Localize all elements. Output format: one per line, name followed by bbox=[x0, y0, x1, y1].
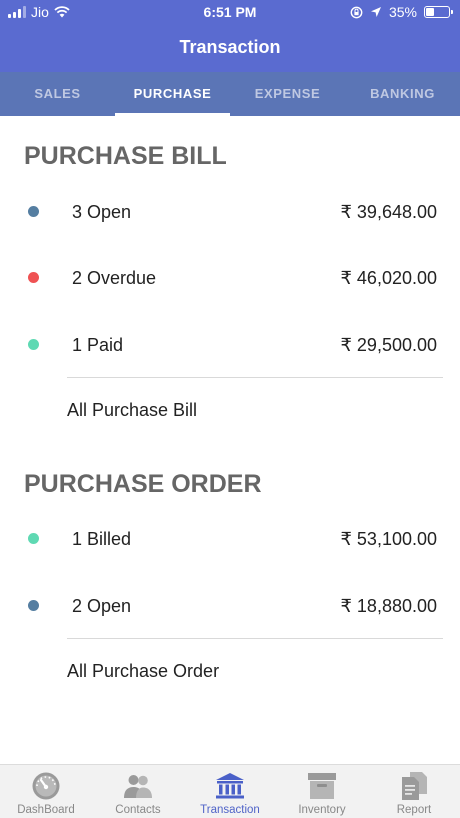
archive-box-icon bbox=[308, 773, 336, 799]
status-dot bbox=[28, 272, 39, 283]
nav-report[interactable]: Report bbox=[368, 765, 460, 818]
row-amount: ₹ 39,648.00 bbox=[340, 201, 437, 222]
order-row-billed[interactable]: 1 Billed ₹ 53,100.00 bbox=[0, 524, 460, 554]
battery-icon bbox=[424, 6, 453, 18]
nav-label: Contacts bbox=[115, 804, 161, 816]
bill-row-paid[interactable]: 1 Paid ₹ 29,500.00 bbox=[0, 330, 460, 360]
row-amount: ₹ 53,100.00 bbox=[340, 528, 437, 549]
status-dot bbox=[28, 206, 39, 217]
app-header: Jio 6:51 PM 35% Transaction bbox=[0, 0, 460, 72]
nav-transaction[interactable]: Transaction bbox=[184, 765, 276, 818]
nav-label: Transaction bbox=[200, 804, 260, 816]
row-amount: ₹ 29,500.00 bbox=[340, 334, 437, 355]
bill-row-open[interactable]: 3 Open ₹ 39,648.00 bbox=[0, 197, 460, 227]
bank-icon bbox=[216, 773, 244, 799]
status-dot bbox=[28, 600, 39, 611]
tab-sales[interactable]: SALES bbox=[0, 72, 115, 116]
transaction-tabs: SALES PURCHASE EXPENSE BANKING bbox=[0, 72, 460, 116]
bill-row-overdue[interactable]: 2 Overdue ₹ 46,020.00 bbox=[0, 263, 460, 293]
battery-percent: 35% bbox=[388, 4, 417, 20]
bottom-nav: DashBoard Contacts Transaction Inventory bbox=[0, 764, 460, 818]
all-purchase-bill-link[interactable]: All Purchase Bill bbox=[67, 400, 197, 421]
status-bar: Jio 6:51 PM 35% bbox=[0, 0, 460, 24]
purchase-order-title: PURCHASE ORDER bbox=[24, 470, 262, 498]
order-row-open[interactable]: 2 Open ₹ 18,880.00 bbox=[0, 591, 460, 621]
tab-expense[interactable]: EXPENSE bbox=[230, 72, 345, 116]
row-label: 2 Open bbox=[72, 595, 132, 616]
contacts-icon bbox=[124, 775, 152, 798]
status-dot bbox=[28, 339, 39, 350]
row-label: 1 Billed bbox=[72, 528, 132, 549]
divider bbox=[67, 638, 443, 639]
all-purchase-order-link[interactable]: All Purchase Order bbox=[67, 661, 219, 682]
nav-label: Report bbox=[396, 804, 432, 816]
location-arrow-icon bbox=[370, 7, 381, 17]
nav-inventory[interactable]: Inventory bbox=[276, 765, 368, 818]
tab-banking[interactable]: BANKING bbox=[345, 72, 460, 116]
report-icon bbox=[402, 772, 427, 800]
nav-label: DashBoard bbox=[17, 804, 75, 816]
row-label: 2 Overdue bbox=[72, 267, 157, 288]
nav-dashboard[interactable]: DashBoard bbox=[0, 765, 92, 818]
status-dot bbox=[28, 533, 39, 544]
row-label: 3 Open bbox=[72, 201, 132, 222]
orientation-lock-icon bbox=[350, 6, 363, 18]
divider bbox=[67, 377, 443, 378]
purchase-bill-title: PURCHASE BILL bbox=[24, 142, 227, 170]
tab-purchase[interactable]: PURCHASE bbox=[115, 72, 230, 116]
row-label: 1 Paid bbox=[72, 334, 124, 355]
nav-contacts[interactable]: Contacts bbox=[92, 765, 184, 818]
gauge-icon bbox=[32, 772, 60, 800]
row-amount: ₹ 46,020.00 bbox=[340, 267, 437, 288]
page-title: Transaction bbox=[179, 37, 281, 57]
nav-label: Inventory bbox=[298, 804, 346, 816]
status-right: 35% bbox=[350, 4, 453, 20]
row-amount: ₹ 18,880.00 bbox=[340, 595, 437, 616]
